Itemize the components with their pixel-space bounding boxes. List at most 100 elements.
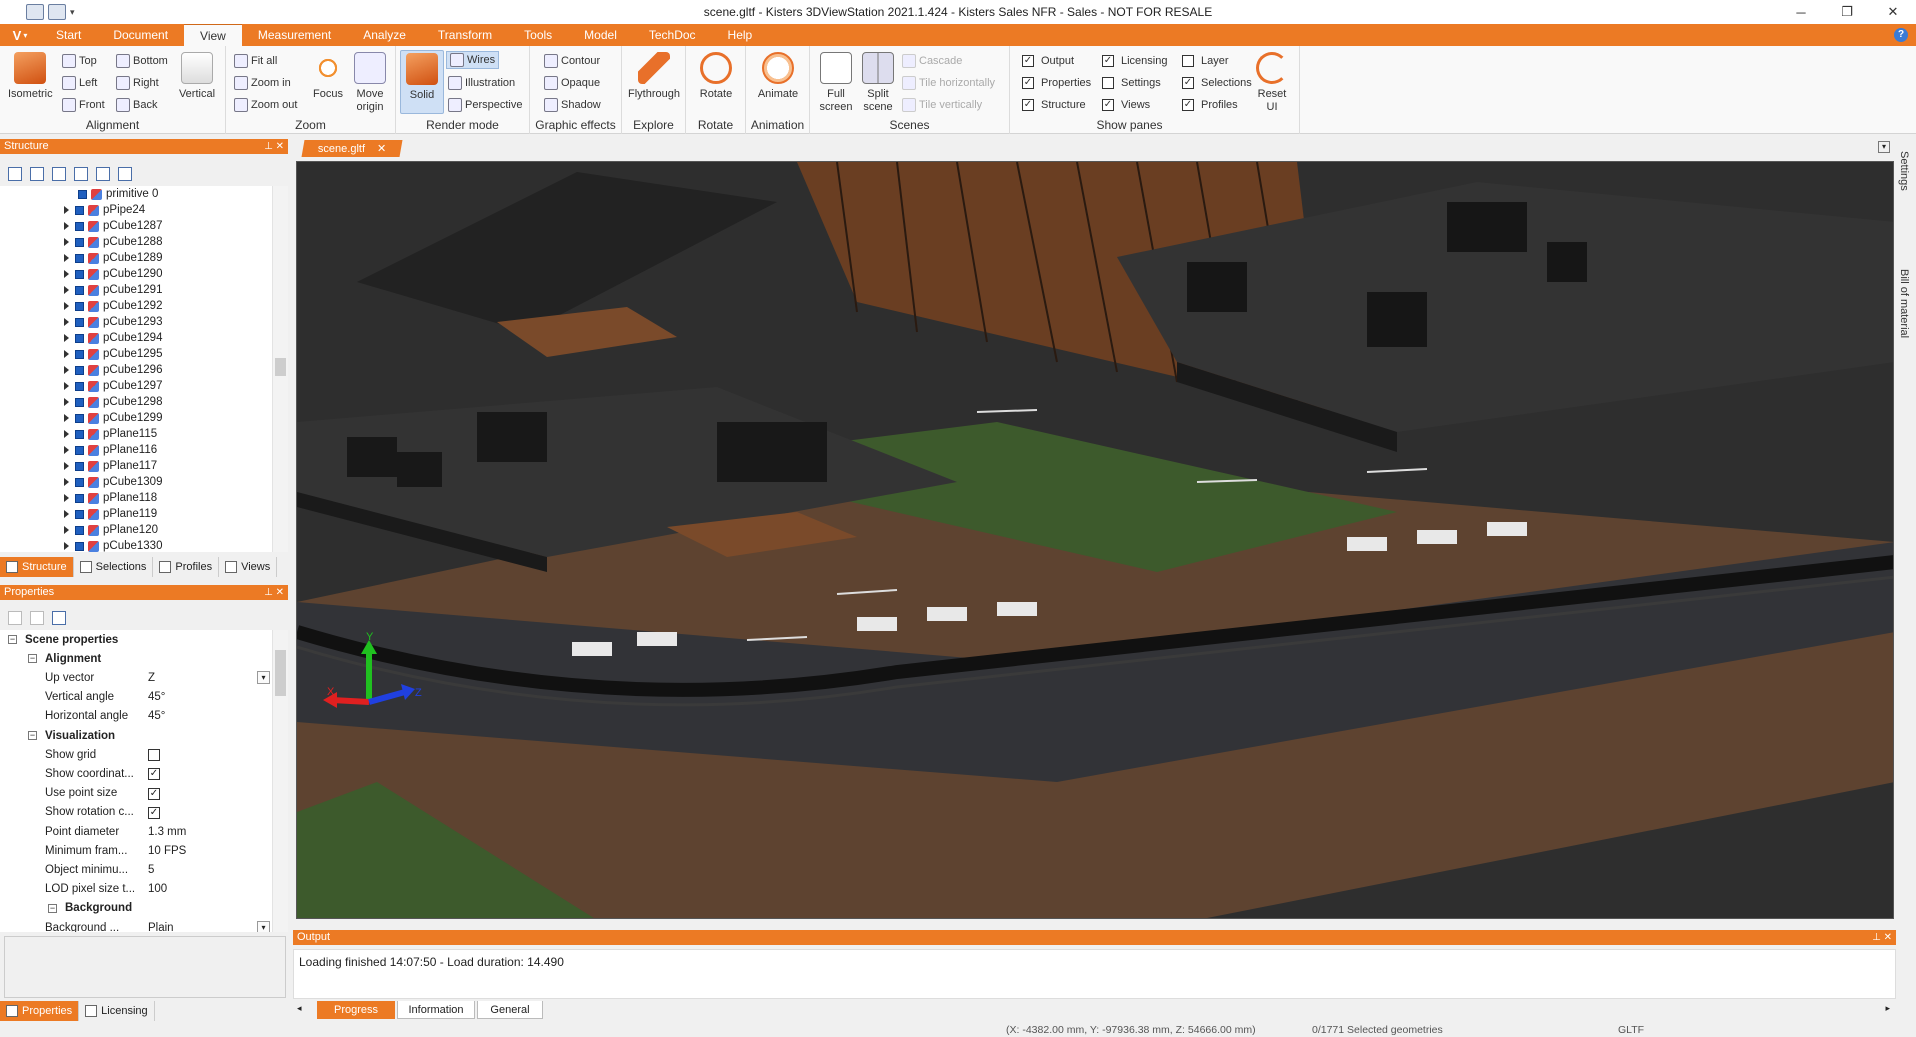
visibility-checkbox[interactable]	[75, 301, 84, 311]
checkbox-box[interactable]: ✓	[1022, 99, 1034, 111]
tile-horizontally-button[interactable]: Tile horizontally	[902, 74, 995, 92]
tree-node[interactable]: pCube1290	[64, 266, 162, 282]
visibility-checkbox[interactable]	[75, 317, 84, 327]
show-pane-views-checkbox[interactable]: ✓ Views	[1102, 96, 1150, 114]
expand-arrow-icon[interactable]	[64, 318, 69, 326]
tab-properties[interactable]: Properties	[0, 1001, 80, 1021]
checkbox-box[interactable]	[1182, 55, 1194, 67]
property-row[interactable]: Use point size ✓	[0, 784, 272, 803]
tree-node[interactable]: pCube1298	[64, 394, 162, 410]
cascade-button[interactable]: Cascade	[902, 52, 962, 70]
edit-icon[interactable]	[48, 4, 66, 20]
property-row[interactable]: Object minimu... 5	[0, 860, 272, 879]
property-checkbox[interactable]: ✓	[148, 806, 160, 819]
visibility-checkbox[interactable]	[75, 205, 84, 215]
property-value[interactable]: Z	[148, 672, 155, 684]
minimize-button[interactable]: ─	[1778, 0, 1824, 24]
expand-arrow-icon[interactable]	[64, 350, 69, 358]
visibility-checkbox[interactable]	[75, 429, 84, 439]
tab-model[interactable]: Model	[568, 24, 633, 46]
panel-pin-close[interactable]: ⊥ ✕	[264, 585, 284, 600]
flythrough-button[interactable]: Flythrough	[624, 52, 684, 101]
property-row[interactable]: Show coordinat... ✓	[0, 764, 272, 783]
visibility-checkbox[interactable]	[78, 189, 87, 199]
expand-arrow-icon[interactable]	[64, 366, 69, 374]
wires-toggle[interactable]: Wires	[446, 51, 500, 69]
expand-arrow-icon[interactable]	[64, 334, 69, 342]
show-pane-structure-checkbox[interactable]: ✓ Structure	[1022, 96, 1086, 114]
animate-button[interactable]: Animate	[756, 52, 800, 101]
collapse-icon[interactable]: −	[8, 635, 17, 644]
property-category[interactable]: − Alignment	[0, 649, 272, 668]
property-category[interactable]: − Background	[0, 899, 272, 918]
tree-node[interactable]: pCube1289	[64, 250, 162, 266]
expand-arrow-icon[interactable]	[64, 206, 69, 214]
show-pane-settings-checkbox[interactable]: Settings	[1102, 74, 1161, 92]
expand-all-icon[interactable]	[8, 167, 22, 181]
tree-node[interactable]: pCube1299	[64, 410, 162, 426]
tab-selections[interactable]: Selections	[74, 557, 154, 577]
visibility-checkbox[interactable]	[75, 477, 84, 487]
expand-arrow-icon[interactable]	[64, 478, 69, 486]
property-checkbox[interactable]	[148, 749, 160, 762]
tree-node[interactable]: pCube1292	[64, 298, 162, 314]
checkbox-box[interactable]	[1102, 77, 1114, 89]
checkbox-box[interactable]: ✓	[1022, 55, 1034, 67]
visibility-checkbox[interactable]	[75, 349, 84, 359]
expand-arrow-icon[interactable]	[64, 430, 69, 438]
zoom-out-button[interactable]: Zoom out	[234, 96, 297, 114]
scroll-thumb[interactable]	[275, 650, 286, 696]
move-origin-button[interactable]: Move origin	[348, 52, 392, 114]
tab-profiles[interactable]: Profiles	[153, 557, 220, 577]
expand-arrow-icon[interactable]	[64, 238, 69, 246]
illustration-toggle[interactable]: Illustration	[448, 74, 515, 92]
restore-button[interactable]: ❐	[1824, 0, 1870, 24]
tree-node[interactable]: pPlane117	[64, 458, 157, 474]
show-pane-layer-checkbox[interactable]: Layer	[1182, 52, 1229, 70]
collapse-icon[interactable]: −	[28, 731, 37, 740]
top-view-button[interactable]: Top	[62, 52, 97, 70]
panel-pin-close[interactable]: ⊥ ✕	[1872, 930, 1892, 945]
property-row[interactable]: Vertical angle 45°	[0, 688, 272, 707]
tree-node[interactable]: pCube1330	[64, 538, 162, 552]
document-tab[interactable]: scene.gltf ✕	[301, 140, 403, 157]
tab-analyze[interactable]: Analyze	[347, 24, 422, 46]
scroll-thumb[interactable]	[275, 358, 286, 376]
close-button[interactable]: ✕	[1870, 0, 1916, 24]
property-value[interactable]: 5	[148, 864, 154, 876]
property-category[interactable]: − Scene properties	[0, 630, 272, 649]
opaque-toggle[interactable]: Opaque	[544, 74, 600, 92]
chevron-down-icon[interactable]: ▾	[257, 921, 270, 932]
expand-arrow-icon[interactable]	[64, 526, 69, 534]
right-view-button[interactable]: Right	[116, 74, 159, 92]
expand-arrow-icon[interactable]	[64, 270, 69, 278]
property-value[interactable]: 45°	[148, 710, 165, 722]
visibility-checkbox[interactable]	[75, 253, 84, 263]
property-row[interactable]: Horizontal angle 45°	[0, 707, 272, 726]
vertical-button[interactable]: Vertical	[175, 52, 219, 101]
split-scene-button[interactable]: Split scene	[856, 52, 900, 114]
front-view-button[interactable]: Front	[62, 96, 105, 114]
help-icon[interactable]: ?	[1894, 28, 1908, 42]
tree-node[interactable]: pCube1294	[64, 330, 162, 346]
scroll-left-icon[interactable]: ◂	[297, 1003, 302, 1014]
property-row[interactable]: Point diameter 1.3 mm	[0, 822, 272, 841]
perspective-toggle[interactable]: Perspective	[448, 96, 522, 114]
property-value[interactable]: 10 FPS	[148, 845, 186, 857]
application-menu-button[interactable]: V ▾	[0, 24, 40, 46]
tree-node[interactable]: pPlane118	[64, 490, 157, 506]
panel-pin-close[interactable]: ⊥ ✕	[264, 139, 284, 154]
tree-node[interactable]: pPipe24	[64, 202, 145, 218]
tab-licensing[interactable]: Licensing	[79, 1001, 155, 1021]
show-pane-properties-checkbox[interactable]: ✓ Properties	[1022, 74, 1091, 92]
visibility-checkbox[interactable]	[75, 237, 84, 247]
tab-document[interactable]: Document	[97, 24, 184, 46]
tab-help[interactable]: Help	[712, 24, 769, 46]
checkbox-box[interactable]: ✓	[1102, 55, 1114, 67]
tree-node[interactable]: pCube1297	[64, 378, 162, 394]
checkbox-box[interactable]: ✓	[1182, 77, 1194, 89]
tree-node[interactable]: pCube1293	[64, 314, 162, 330]
property-value[interactable]: 1.3 mm	[148, 826, 186, 838]
visibility-checkbox[interactable]	[75, 397, 84, 407]
expand-arrow-icon[interactable]	[64, 414, 69, 422]
